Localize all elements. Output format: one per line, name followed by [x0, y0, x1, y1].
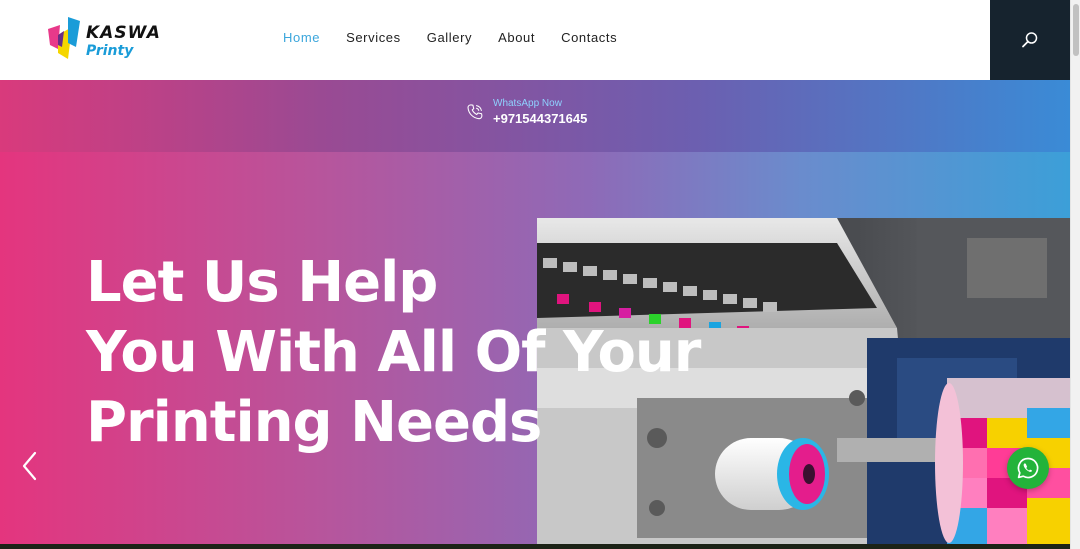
whatsapp-label: WhatsApp Now [493, 98, 562, 109]
nav-item-about[interactable]: About [498, 30, 535, 45]
hero-title-line: You With All Of Your [86, 320, 701, 385]
whatsapp-contact-link[interactable]: WhatsApp Now +971544371645 [466, 99, 587, 125]
hero-title-line: Printing Needs [86, 390, 542, 455]
site-header: KASWA Printy Home Services Gallery About… [0, 0, 1070, 80]
nav-item-services[interactable]: Services [346, 30, 401, 45]
chevron-left-icon [22, 451, 37, 481]
search-button[interactable] [990, 0, 1070, 80]
next-section-edge [0, 544, 1070, 549]
phone-icon [467, 104, 483, 120]
nav-item-contacts[interactable]: Contacts [561, 30, 617, 45]
whatsapp-floating-button[interactable] [1007, 447, 1049, 489]
logo-mark-icon [48, 17, 80, 59]
page-scrollbar[interactable] [1070, 0, 1080, 549]
main-nav: Home Services Gallery About Contacts [283, 30, 643, 45]
contact-banner: WhatsApp Now +971544371645 [0, 80, 1070, 152]
whatsapp-icon [1017, 457, 1039, 479]
whatsapp-phone: +971544371645 [493, 111, 588, 126]
logo-text-primary: KASWA [86, 23, 161, 43]
nav-item-home[interactable]: Home [283, 30, 320, 45]
hero-title-line: Let Us Help [86, 250, 438, 315]
slider-prev-button[interactable] [18, 449, 42, 483]
scrollbar-thumb[interactable] [1073, 4, 1079, 56]
hero-title: Let Us Help You With All Of Your Printin… [86, 248, 726, 458]
logo[interactable]: KASWA Printy [46, 15, 166, 65]
search-icon [1022, 32, 1038, 48]
nav-item-gallery[interactable]: Gallery [427, 30, 472, 45]
logo-text-secondary: Printy [86, 43, 134, 59]
hero-slider: Let Us Help You With All Of Your Printin… [0, 152, 1070, 544]
